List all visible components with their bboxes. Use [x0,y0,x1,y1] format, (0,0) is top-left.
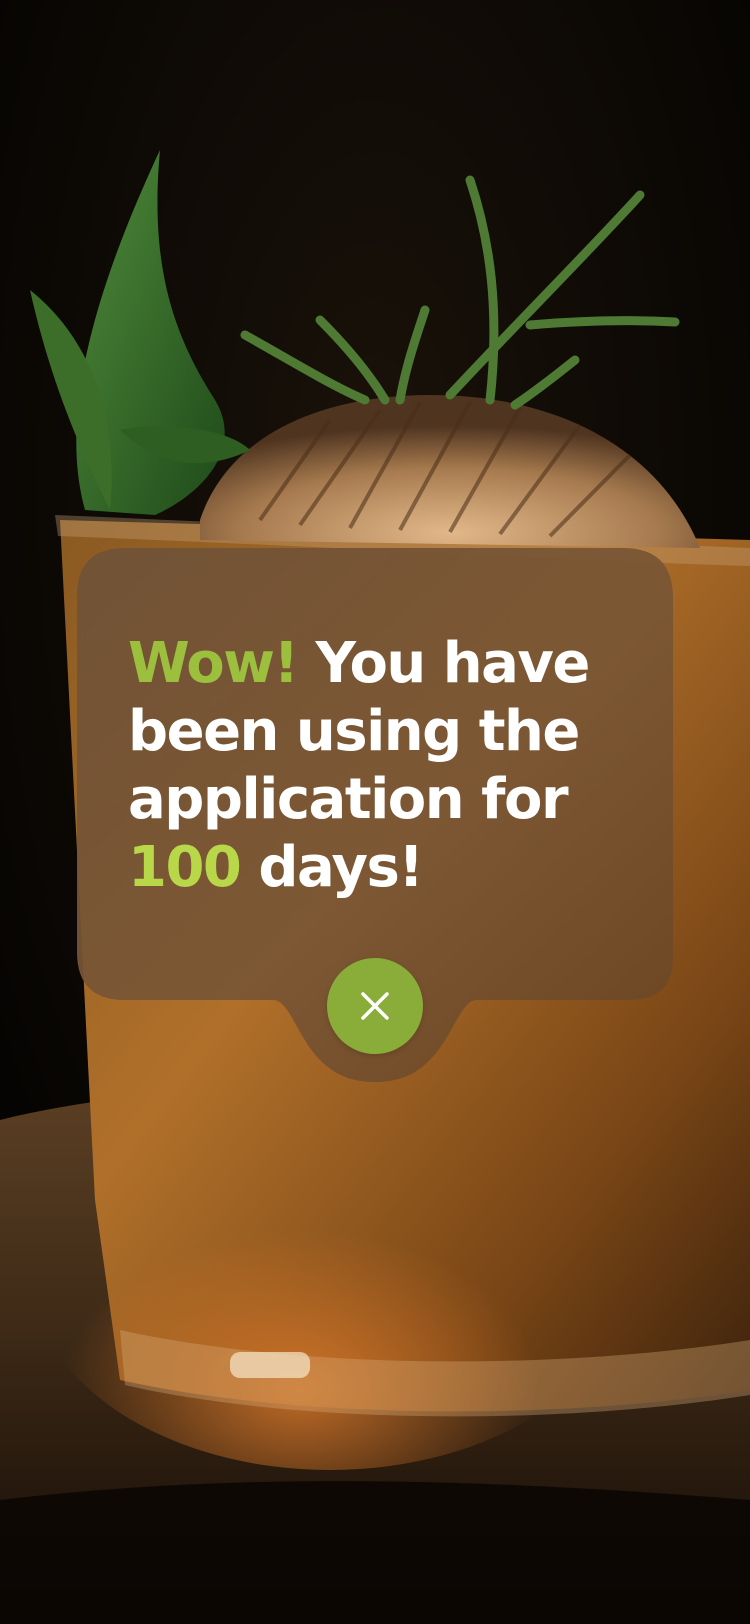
achievement-popup: Wow! You have been using the application… [77,548,673,1082]
achievement-message: Wow! You have been using the application… [128,630,648,902]
achievement-screen: Wow! You have been using the application… [0,0,750,1624]
close-icon [361,992,389,1020]
message-highlight-wow: Wow! [128,631,299,696]
close-button[interactable] [327,958,423,1054]
message-text-part-2: days! [240,835,424,900]
message-highlight-days-count: 100 [128,835,242,900]
